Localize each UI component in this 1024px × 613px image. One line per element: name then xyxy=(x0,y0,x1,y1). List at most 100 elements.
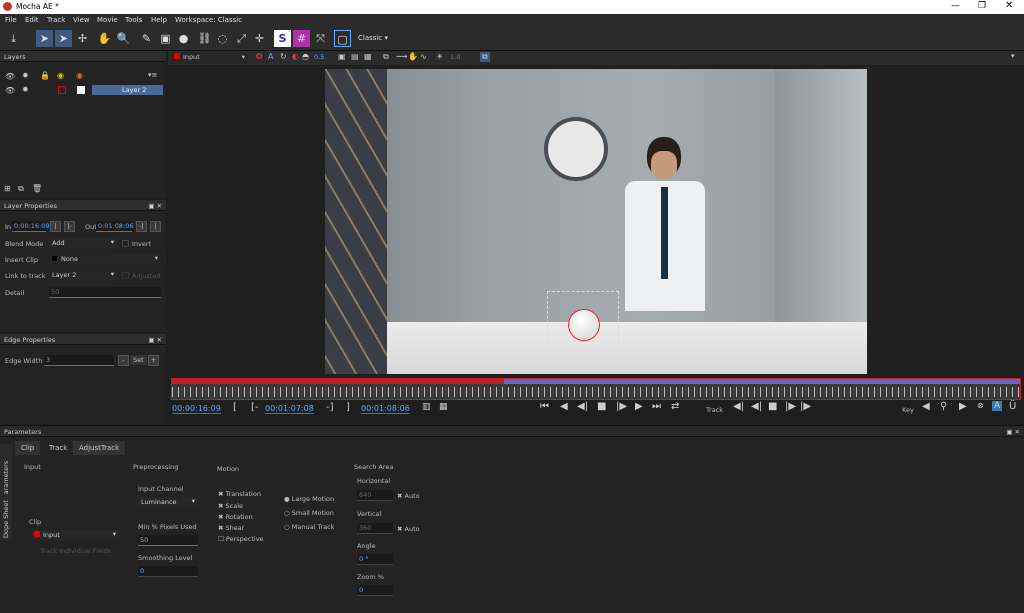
goto-in-bracket[interactable]: [- xyxy=(251,402,259,413)
layer-settings-icon[interactable]: ✹ xyxy=(22,85,29,94)
layers-menu-icon[interactable]: ▾≡ xyxy=(148,71,157,79)
circle-tool-icon[interactable]: ● xyxy=(175,30,192,47)
goto-end-icon[interactable]: ⏭ xyxy=(652,401,661,412)
out-point-field[interactable]: 0:01:08:06 xyxy=(96,221,134,232)
workspace-select[interactable]: Classic ▾ xyxy=(358,34,388,42)
lasso-tool-icon[interactable]: ◌ xyxy=(214,30,231,47)
motion-blur-icon[interactable]: ⟿ xyxy=(396,52,407,61)
zoom-tool-icon[interactable]: 🔍 xyxy=(115,30,132,47)
settings-icon[interactable]: ✹ xyxy=(22,71,29,80)
input-clip-select[interactable]: Input ▾ xyxy=(172,53,248,64)
loop-icon[interactable]: ⇄ xyxy=(671,401,679,412)
scale-tool-icon[interactable]: ⤢ xyxy=(233,30,250,47)
maximize-icon[interactable]: ❐ xyxy=(978,1,986,11)
play-forward-icon[interactable]: ▶ xyxy=(635,401,643,412)
adjusted-checkbox[interactable] xyxy=(122,272,129,279)
clip-select[interactable]: Input xyxy=(31,530,119,541)
pan-tool-icon[interactable]: ✋ xyxy=(96,30,113,47)
menu-help[interactable]: Help xyxy=(151,16,167,24)
prev-key-icon[interactable]: ◀ xyxy=(922,401,930,412)
menu-movie[interactable]: Movie xyxy=(97,16,118,24)
play-back-icon[interactable]: ◀ xyxy=(560,401,568,412)
track-stop-icon[interactable]: ■ xyxy=(768,401,777,412)
wave-icon[interactable]: ∿ xyxy=(420,52,427,61)
palette-icon[interactable]: ◉ xyxy=(76,71,83,80)
autokey-icon[interactable]: A xyxy=(992,401,1003,411)
blend-mode-select[interactable]: Add xyxy=(49,238,117,249)
add-point-tool-icon[interactable]: ✢ xyxy=(74,30,91,47)
viewer-menu-icon[interactable]: ▾ xyxy=(1011,52,1015,60)
layout-icon[interactable]: ▢ xyxy=(334,30,351,47)
invert-checkbox[interactable] xyxy=(122,240,129,247)
viewer-canvas[interactable] xyxy=(168,66,1024,376)
layer-color-swatch[interactable] xyxy=(58,86,66,94)
lock-icon[interactable]: 🔒 xyxy=(40,71,50,80)
view-mode-3-icon[interactable]: ▦ xyxy=(364,52,372,61)
set-in-bracket[interactable]: [ xyxy=(233,402,237,413)
rect-tool-icon[interactable]: ▣ xyxy=(157,30,174,47)
corner-pin-icon[interactable]: ⤧ xyxy=(312,30,329,47)
insert-clip-select[interactable]: None xyxy=(49,254,161,265)
min-pixels-field[interactable]: 50 xyxy=(138,535,198,546)
next-key-icon[interactable]: ▶ xyxy=(959,401,967,412)
current-time-field[interactable]: 00:00:16:09 xyxy=(172,404,221,414)
rgb-icon[interactable]: ❂ xyxy=(256,52,263,61)
add-key-icon[interactable]: ⚲ xyxy=(940,401,947,412)
edge-width-decrement[interactable]: - xyxy=(118,355,129,366)
frame-icon[interactable]: ▥ xyxy=(422,402,431,412)
goto-out-button[interactable]: -| xyxy=(136,221,147,232)
out-time-field[interactable]: 00:01:08:06 xyxy=(361,404,410,414)
track-step-forward-icon[interactable]: |▶ xyxy=(785,401,796,412)
zoom-field[interactable]: 0 xyxy=(357,585,393,596)
motion-translation[interactable]: ✖ Translation xyxy=(218,490,261,498)
input-channel-select[interactable]: Luminance xyxy=(138,497,198,508)
manual-track-radio[interactable]: ○ Manual Track xyxy=(284,523,334,531)
timeline-bar[interactable] xyxy=(171,378,1021,400)
side-tab-parameters[interactable]: Parameters xyxy=(0,444,12,500)
overlay-icon[interactable]: ◓ xyxy=(302,52,309,61)
move-tool-icon[interactable]: ✛ xyxy=(251,30,268,47)
grid-tool-icon[interactable]: # xyxy=(293,30,310,47)
opacity-value[interactable]: 1.0 xyxy=(450,53,460,61)
horizontal-auto[interactable]: ✖ Auto xyxy=(397,492,420,500)
color-wheel-icon[interactable]: ◉ xyxy=(57,71,64,80)
side-tab-dope-sheet[interactable]: Dope Sheet xyxy=(0,494,12,540)
step-forward-icon[interactable]: |▶ xyxy=(616,401,627,412)
large-motion-radio[interactable]: ● Large Motion xyxy=(284,495,334,503)
menu-track[interactable]: Track xyxy=(47,16,65,24)
menu-tools[interactable]: Tools xyxy=(125,16,142,24)
motion-shear[interactable]: ✖ Shear xyxy=(218,524,244,532)
layer-icon[interactable]: ↻ xyxy=(280,52,287,61)
delete-all-keys-icon[interactable]: ⊗ xyxy=(977,401,984,410)
tab-track[interactable]: Track xyxy=(43,441,74,455)
angle-field[interactable]: 0 ° xyxy=(357,554,393,565)
layer-visibility-icon[interactable]: 👁 xyxy=(5,86,15,95)
magnet-icon[interactable]: Ü xyxy=(1009,401,1016,412)
color-icon[interactable]: ◐ xyxy=(292,52,299,61)
select-tool-icon[interactable]: ➤ xyxy=(36,30,53,47)
close-icon[interactable]: ✕ xyxy=(1005,0,1013,11)
goto-out-bracket[interactable]: -] xyxy=(326,402,334,413)
stop-icon[interactable]: ■ xyxy=(597,401,606,412)
track-step-back-icon[interactable]: ◀| xyxy=(751,401,762,412)
tab-clip[interactable]: Clip xyxy=(15,441,41,455)
edge-width-increment[interactable]: + xyxy=(148,355,159,366)
small-motion-radio[interactable]: ○ Small Motion xyxy=(284,509,334,517)
delete-layer-icon[interactable]: 🗑 xyxy=(32,184,42,193)
in-point-field[interactable]: 0:00:16:09 xyxy=(12,221,50,232)
tab-adjusttrack[interactable]: AdjustTrack xyxy=(73,441,126,455)
menu-file[interactable]: File xyxy=(5,16,17,24)
duplicate-layer-icon[interactable]: ⧉ xyxy=(18,184,24,194)
select-point-tool-icon[interactable]: ➤ xyxy=(55,30,72,47)
layer-row[interactable]: Layer 2 xyxy=(92,85,163,95)
visibility-icon[interactable]: 👁 xyxy=(5,72,15,81)
view-mode-1-icon[interactable]: ▣ xyxy=(338,52,346,61)
goto-start-icon[interactable]: ⏮ xyxy=(540,401,549,412)
new-folder-icon[interactable]: ⊞ xyxy=(4,184,11,193)
hand-icon[interactable]: ✋ xyxy=(408,52,418,61)
edge-width-field[interactable]: 3 xyxy=(44,355,114,366)
menu-workspace[interactable]: Workspace: Classic xyxy=(175,16,242,24)
tracking-box[interactable] xyxy=(547,291,619,363)
surface-tool-icon[interactable]: S xyxy=(274,30,291,47)
vertical-auto[interactable]: ✖ Auto xyxy=(397,525,420,533)
